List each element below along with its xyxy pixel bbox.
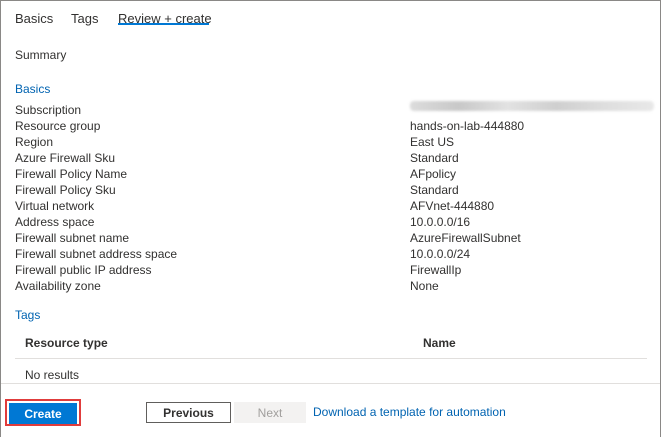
subnet-name-value: AzureFirewallSubnet: [410, 231, 521, 245]
resource-group-value: hands-on-lab-444880: [410, 119, 525, 133]
subscription-value-redacted: [410, 101, 654, 111]
previous-button[interactable]: Previous: [146, 402, 231, 423]
review-create-panel: Basics Tags Review + create Summary Basi…: [0, 0, 661, 437]
column-resource-type: Resource type: [25, 336, 108, 350]
public-ip-value: FirewallIp: [410, 263, 462, 277]
basics-section-title: Basics: [15, 82, 51, 96]
subscription-label: Subscription: [15, 103, 82, 117]
policy-name-value: AFpolicy: [410, 167, 457, 181]
active-tab-indicator: [118, 23, 209, 25]
tags-empty-text: No results: [25, 368, 80, 382]
region-value: East US: [410, 135, 455, 149]
tags-section-title: Tags: [15, 308, 41, 322]
column-name: Name: [423, 336, 456, 350]
firewall-sku-label: Azure Firewall Sku: [15, 151, 116, 165]
policy-sku-label: Firewall Policy Sku: [15, 183, 116, 197]
policy-name-label: Firewall Policy Name: [15, 167, 128, 181]
subnet-address-value: 10.0.0.0/24: [410, 247, 471, 261]
footer-bar: Create Previous Next Download a template…: [1, 383, 660, 437]
availability-zone-value: None: [410, 279, 439, 293]
download-template-link[interactable]: Download a template for automation: [313, 405, 506, 419]
create-button[interactable]: Create: [9, 403, 77, 424]
public-ip-label: Firewall public IP address: [15, 263, 152, 277]
subnet-name-label: Firewall subnet name: [15, 231, 130, 245]
tab-basics[interactable]: Basics: [15, 11, 53, 26]
resource-group-label: Resource group: [15, 119, 101, 133]
region-label: Region: [15, 135, 54, 149]
virtual-network-label: Virtual network: [15, 199, 95, 213]
next-button[interactable]: Next: [234, 402, 306, 423]
tab-tags[interactable]: Tags: [71, 11, 98, 26]
policy-sku-value: Standard: [410, 183, 459, 197]
address-space-label: Address space: [15, 215, 95, 229]
firewall-sku-value: Standard: [410, 151, 459, 165]
address-space-value: 10.0.0.0/16: [410, 215, 471, 229]
summary-heading: Summary: [15, 48, 67, 62]
tags-table-header: Resource type Name: [15, 326, 647, 359]
subnet-address-label: Firewall subnet address space: [15, 247, 178, 261]
virtual-network-value: AFVnet-444880: [410, 199, 495, 213]
availability-zone-label: Availability zone: [15, 279, 101, 293]
